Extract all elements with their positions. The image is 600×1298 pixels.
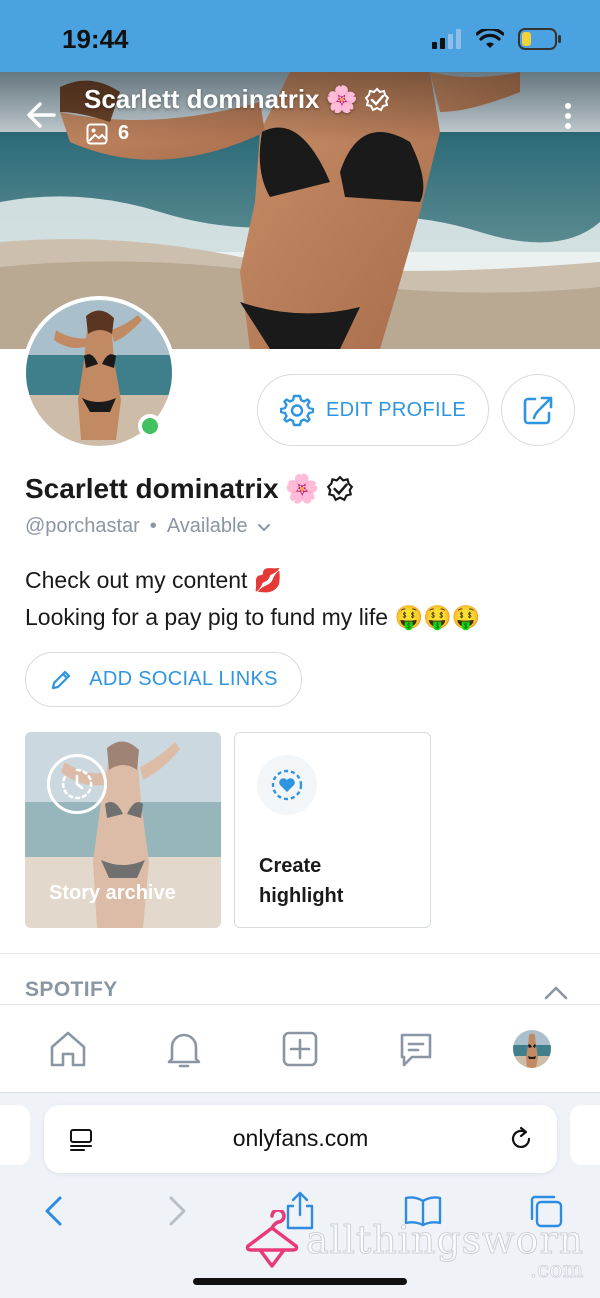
create-highlight-card[interactable]: Create highlight <box>234 732 431 928</box>
messages-icon <box>400 1033 432 1066</box>
nav-notifications[interactable] <box>154 1019 214 1079</box>
media-count-value: 6 <box>118 122 130 144</box>
edit-profile-button[interactable]: EDIT PROFILE <box>257 374 489 446</box>
availability-label: Available <box>166 515 248 537</box>
profile-avatar <box>513 1029 551 1068</box>
status-icons <box>432 28 562 50</box>
profile-bio: Check out my content 💋 Looking for a pay… <box>25 562 480 636</box>
wifi-icon <box>476 29 504 48</box>
availability-status[interactable]: Available <box>167 515 272 538</box>
section-divider <box>0 953 600 954</box>
url-text: onlyfans.com <box>232 1125 369 1151</box>
reload-icon[interactable] <box>507 1125 535 1153</box>
add-social-links-label: ADD SOCIAL LINKS <box>89 668 278 690</box>
cover-name-emoji: 🌸 <box>325 84 358 114</box>
profile-handle: @porchastar <box>25 515 140 537</box>
add-icon <box>282 1031 318 1066</box>
status-time: 19:44 <box>62 24 129 54</box>
home-icon <box>50 1031 86 1066</box>
watermark-tld: .com <box>530 1258 584 1284</box>
back-arrow-icon[interactable] <box>24 98 58 132</box>
share-icon <box>523 396 553 425</box>
previous-tab-peek[interactable] <box>0 1105 30 1165</box>
share-profile-button[interactable] <box>501 374 575 446</box>
next-tab-peek[interactable] <box>570 1105 600 1165</box>
edit-profile-label: EDIT PROFILE <box>326 398 466 421</box>
create-highlight-label: Create highlight <box>259 855 344 907</box>
nav-add-post[interactable] <box>270 1019 330 1079</box>
verified-badge-icon <box>364 87 390 111</box>
story-archive-label: Story archive <box>49 882 176 904</box>
cellular-signal-icon <box>432 29 461 49</box>
verified-badge-icon <box>326 475 353 501</box>
more-options-icon[interactable] <box>558 100 578 132</box>
bottom-navigation <box>0 1004 600 1092</box>
heart-circle-icon <box>257 755 317 815</box>
pencil-icon <box>52 670 71 689</box>
browser-back-button[interactable] <box>32 1189 76 1233</box>
chevron-right-icon <box>169 1196 186 1226</box>
handle-separator: • <box>149 515 157 537</box>
gear-icon <box>280 394 315 427</box>
image-icon <box>86 123 108 144</box>
browser-forward-button[interactable] <box>155 1189 199 1233</box>
add-social-links-button[interactable]: ADD SOCIAL LINKS <box>25 652 302 707</box>
nav-home[interactable] <box>38 1019 98 1079</box>
handle-row: @porchastar • Available <box>25 515 272 538</box>
home-indicator[interactable] <box>193 1278 407 1285</box>
nav-profile[interactable] <box>502 1019 562 1079</box>
media-count: 6 <box>86 122 129 145</box>
hanger-logo-icon <box>245 1210 299 1268</box>
history-icon <box>47 754 107 814</box>
online-status-indicator <box>138 414 162 438</box>
address-bar[interactable]: onlyfans.com <box>44 1105 557 1173</box>
story-archive-card[interactable]: Story archive <box>25 732 221 928</box>
bio-line: Check out my content 💋 <box>25 567 283 593</box>
battery-icon <box>518 28 561 50</box>
profile-name-emoji: 🌸 <box>284 473 320 504</box>
bio-line: Looking for a pay pig to fund my life 🤑🤑… <box>25 604 481 630</box>
bell-icon <box>167 1033 201 1067</box>
profile-name: Scarlett dominatrix 🌸 <box>25 472 354 505</box>
profile-name-text: Scarlett dominatrix <box>25 472 279 504</box>
chevron-down-icon <box>257 523 270 531</box>
cover-profile-name: Scarlett dominatrix 🌸 <box>84 84 390 115</box>
chevron-left-icon <box>45 1196 62 1226</box>
status-bar: 19:44 <box>0 0 600 72</box>
nav-messages[interactable] <box>386 1019 446 1079</box>
spotify-section-title: SPOTIFY <box>25 978 118 1001</box>
cover-name-text: Scarlett dominatrix <box>84 84 320 114</box>
watermark-brand: allthingsworn <box>305 1218 585 1263</box>
